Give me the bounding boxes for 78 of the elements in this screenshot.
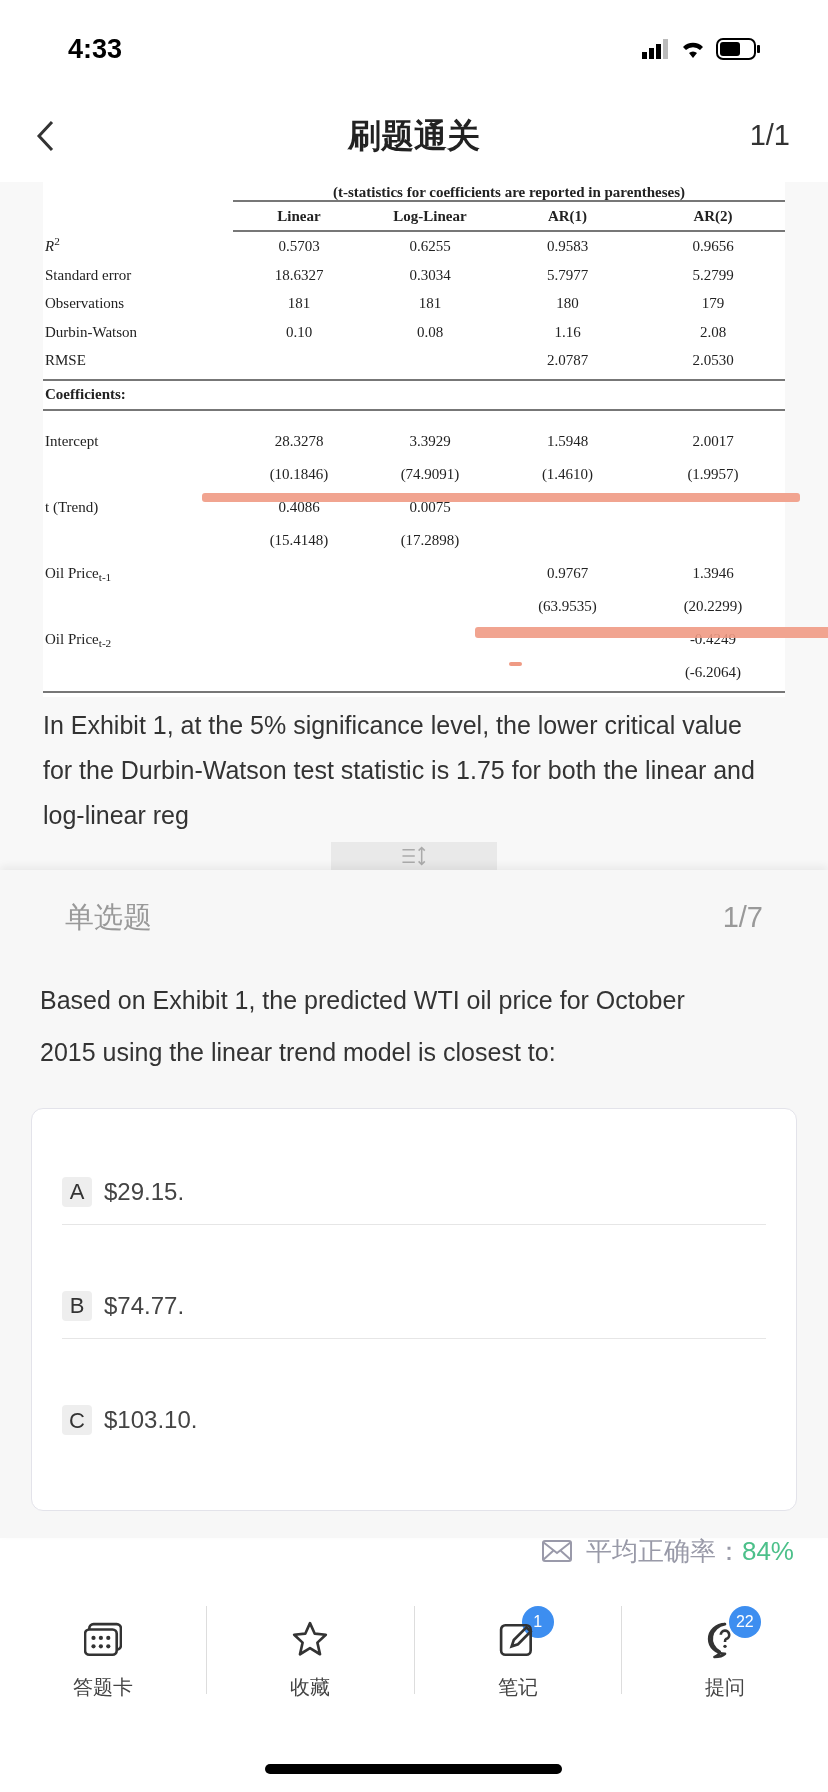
option-text[interactable]: $103.10.: [104, 1402, 198, 1438]
option-letter[interactable]: C: [62, 1405, 92, 1435]
table-cell-text: (1.9957): [686, 464, 740, 484]
table-cell-text: 2.0787: [545, 351, 590, 370]
drag-handle[interactable]: [331, 842, 497, 870]
column-header: AR(1): [546, 206, 589, 226]
table-cell-text: (74.9091): [399, 464, 461, 484]
table-cell-text: 181: [286, 294, 312, 313]
card-stack-icon: [84, 1621, 123, 1659]
section-heading: Coefficients:: [44, 385, 126, 405]
option-text[interactable]: $29.15.: [104, 1173, 185, 1210]
table-cell-text: 0.08: [415, 322, 445, 342]
table-cell-text: (20.2299): [682, 596, 744, 616]
question-type: 单选题: [65, 900, 152, 936]
row-label: t (Trend): [44, 497, 100, 517]
table-cell-text: 3.3929: [408, 431, 452, 451]
table-cell-text: 180: [555, 294, 580, 313]
status-time: 4:33: [68, 32, 123, 66]
table-cell-text: 2.0017: [691, 431, 735, 451]
resize-icon: [400, 846, 428, 866]
table-cell-text: 5.7977: [545, 265, 590, 285]
table-cell-text: 0.6255: [408, 237, 452, 256]
table-cell-text: (1.4610): [540, 464, 595, 484]
row-label: Intercept: [44, 431, 100, 451]
table-cell-text: 1.5948: [545, 431, 590, 451]
table-cell-text: 0.4086: [277, 497, 321, 517]
row-label: Durbin-Watson: [44, 322, 139, 342]
table-cell-text: 181: [417, 294, 443, 313]
column-header: Linear: [276, 206, 322, 226]
table-cell-text: 1.3946: [691, 563, 735, 583]
signal-icon: [642, 39, 670, 59]
option-letter[interactable]: B: [62, 1290, 92, 1321]
tab-bar-item[interactable]: 答题卡: [73, 1620, 134, 1702]
back-icon[interactable]: [36, 120, 54, 152]
passage-text: In Exhibit 1, at the 5% significance level, the lower critical value for the Durbin-Watson test statistic is 1.75 for both the linear and log-linear reg: [43, 709, 756, 831]
table-cell-text: 179: [700, 294, 726, 313]
row-label: Standard error: [44, 265, 133, 285]
table-cell-text: (15.4148): [268, 530, 330, 550]
table-cell-text: 0.9656: [691, 237, 735, 256]
question-text: Based on Exhibit 1, the predicted WTI oil price for October 2015 using the linear trend model is closest to:: [40, 985, 686, 1068]
table-cell-text: 0.0075: [408, 497, 452, 517]
table-cell-text: 0.3034: [408, 265, 452, 285]
table-cell-text: 1.16: [553, 322, 582, 342]
mail-icon[interactable]: [541, 1540, 572, 1562]
table-cell-text: 28.3278: [273, 431, 325, 451]
table-cell-text: 0.10: [284, 322, 314, 342]
table-cell-text: 0.5703: [277, 237, 321, 256]
row-label: Observations: [44, 294, 126, 313]
page-counter: 1/1: [749, 118, 790, 154]
row-label: Oil Price$_{t-1}$: [44, 563, 113, 585]
accuracy-value: 84%: [741, 1534, 794, 1568]
table-cell-text: (10.1846): [268, 464, 330, 484]
tab-bar-item[interactable]: 收藏: [290, 1620, 331, 1702]
accuracy-label: 平均正确率：: [585, 1534, 742, 1568]
table-cell-text: 0.9583: [545, 237, 590, 256]
row-label: RMSE: [44, 351, 87, 370]
column-header: AR(2): [692, 206, 734, 226]
table-caption: (t-statistics for coefficients are reported in parentheses): [332, 185, 686, 200]
table-cell-text: 5.2799: [691, 265, 735, 285]
table-cell-text: (17.2898): [399, 530, 461, 550]
battery-icon: [716, 38, 760, 60]
row-label: Oil Price$_{t-2}$: [44, 629, 113, 651]
question-counter: 1/7: [722, 900, 763, 936]
table-cell-text: (63.9535): [537, 596, 598, 616]
table-cell-text: (-6.2064): [683, 662, 743, 682]
table-cell-text: 0.9767: [545, 563, 590, 583]
table-cell-text: 2.08: [698, 322, 728, 342]
row-label: R$^{2}$: [44, 235, 61, 256]
star-icon: [291, 1621, 330, 1659]
option-text[interactable]: $74.77.: [104, 1287, 185, 1324]
highlight-stroke: [509, 662, 522, 666]
count-badge: 22: [728, 1606, 761, 1638]
column-header: Log-Linear: [392, 206, 468, 226]
table-cell-text: -0.4249: [688, 629, 738, 649]
option-letter[interactable]: A: [62, 1176, 92, 1207]
page-title: 刷题通关: [348, 116, 480, 157]
table-cell-text: 2.0530: [691, 351, 735, 370]
table-cell-text: 18.6327: [273, 265, 325, 285]
